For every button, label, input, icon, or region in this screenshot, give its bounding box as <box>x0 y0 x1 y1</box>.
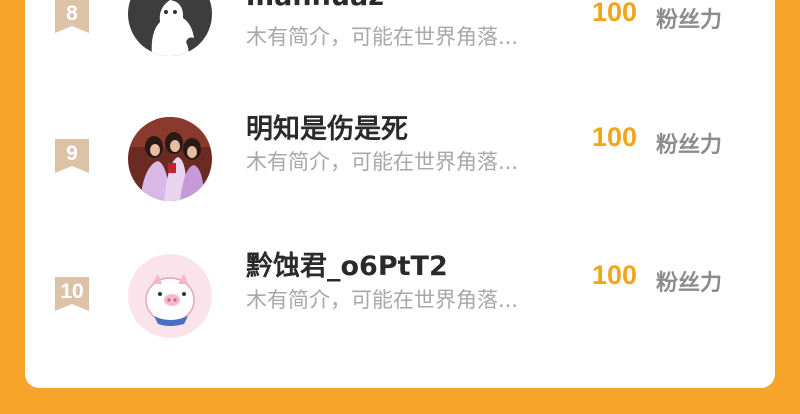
rank-badge: 10 <box>53 277 91 313</box>
rank-number: 9 <box>66 142 78 165</box>
avatar[interactable] <box>128 254 212 338</box>
rank-number: 8 <box>66 2 78 25</box>
pig-avatar-icon <box>128 254 212 338</box>
ranking-card: 8 manhuaz 木有简介，可能在世界角落... 100 粉丝力 9 <box>25 0 775 388</box>
rank-badge: 8 <box>53 0 91 35</box>
avatar[interactable] <box>128 0 212 56</box>
user-name[interactable]: manhuaz <box>246 0 384 12</box>
rank-badge: 9 <box>53 139 91 175</box>
user-name[interactable]: 黔蚀君_o6PtT2 <box>246 244 448 283</box>
rank-number: 10 <box>60 280 84 303</box>
follower-unit: 粉丝力 <box>656 133 723 158</box>
user-bio: 木有简介，可能在世界角落... <box>246 25 519 49</box>
follower-count: 100 <box>592 260 638 290</box>
ghost-avatar-icon <box>128 0 212 56</box>
follower-unit: 粉丝力 <box>656 271 723 296</box>
user-name[interactable]: 明知是伤是死 <box>246 107 408 146</box>
follower-count: 100 <box>592 0 638 27</box>
follower-unit: 粉丝力 <box>656 8 723 33</box>
user-bio: 木有简介，可能在世界角落... <box>246 150 519 174</box>
avatar[interactable] <box>128 117 212 201</box>
user-bio: 木有简介，可能在世界角落... <box>246 288 519 312</box>
list-item[interactable]: 9 明知是伤是死 木有简介，可能在世界角落... 100 粉丝力 <box>25 113 775 203</box>
follower-count: 100 <box>592 122 638 152</box>
list-item[interactable]: 8 manhuaz 木有简介，可能在世界角落... 100 粉丝力 <box>25 0 775 65</box>
list-item[interactable]: 10 黔蚀君_o6PtT2 木有简介，可能在世界角落... 100 粉丝力 <box>25 251 775 341</box>
photo-avatar-icon <box>128 117 212 201</box>
